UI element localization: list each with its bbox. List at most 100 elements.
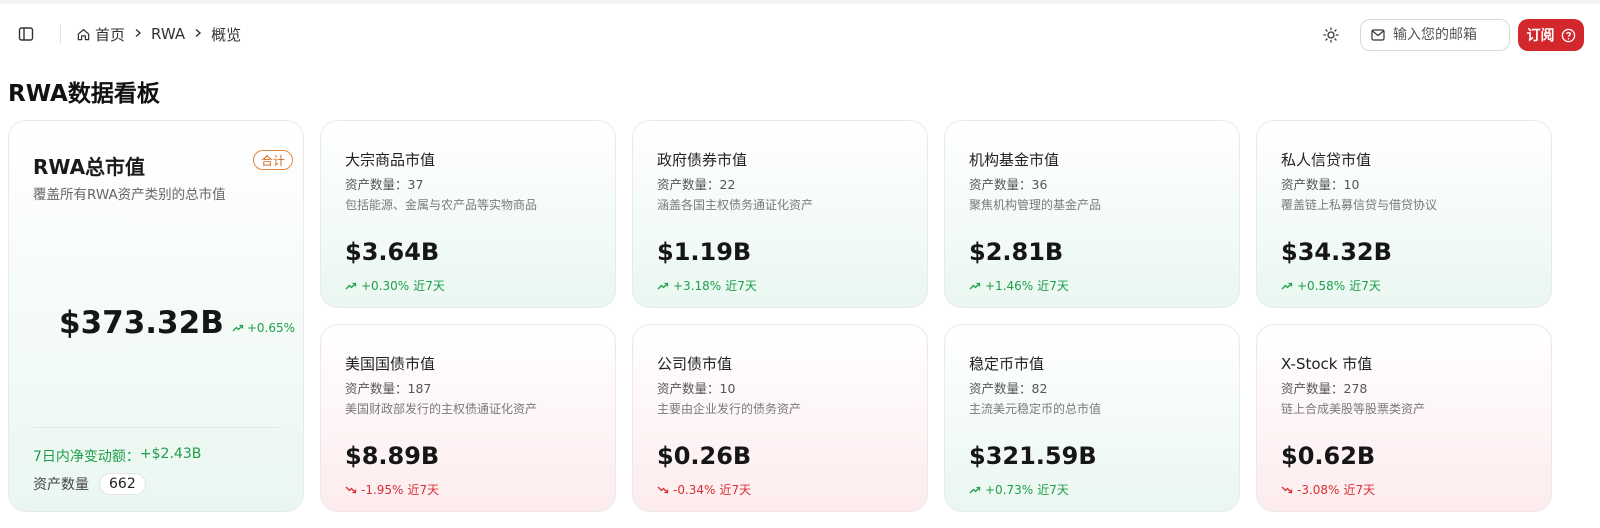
total-value-row: $373.32B +0.65% xyxy=(59,305,295,341)
trend-up-icon xyxy=(657,282,669,289)
card-title: 政府债券市值 xyxy=(657,151,748,169)
card-change: +1.46% 近7天 xyxy=(969,277,1069,294)
trend-up-icon xyxy=(1281,282,1293,289)
card-change-value: +1.46% xyxy=(985,278,1034,293)
card-value: $1.19B xyxy=(657,238,752,266)
email-input[interactable] xyxy=(1393,27,1503,43)
card-change-period: 近7天 xyxy=(1343,483,1376,497)
card-value: $2.81B xyxy=(969,238,1064,266)
card-title: 大宗商品市值 xyxy=(345,151,436,169)
card-asset-count: 资产数量：82 xyxy=(969,381,1048,396)
trend-up-icon xyxy=(232,324,243,332)
divider xyxy=(60,24,61,44)
asset-count-pill: 662 xyxy=(99,473,146,495)
total-change-value: +0.65% xyxy=(246,321,296,335)
card-title: 私人信贷市值 xyxy=(1281,151,1372,169)
card-change-value: +0.73% xyxy=(985,482,1034,497)
trend-down-icon xyxy=(345,486,357,493)
theme-toggle-sun-icon[interactable] xyxy=(1320,24,1342,46)
divider xyxy=(33,427,279,428)
card-description: 涵盖各国主权债务通证化资产 xyxy=(657,198,814,212)
net-change-value: +$2.43B xyxy=(139,446,202,462)
card-change: -0.34% 近7天 xyxy=(657,481,751,498)
card-change-value: -0.34% xyxy=(673,482,716,497)
mail-icon xyxy=(1371,29,1385,41)
card-change-value: +0.30% xyxy=(361,278,410,293)
trend-up-icon xyxy=(969,486,981,493)
total-card-title: RWA总市值 xyxy=(33,155,146,179)
card-asset-count: 资产数量：278 xyxy=(1281,381,1368,396)
card-value: $34.32B xyxy=(1281,238,1392,266)
category-card[interactable]: 稳定币市值 资产数量：82 主流美元稳定币的总市值 $321.59B +0.73… xyxy=(944,324,1240,512)
card-title: X-Stock 市值 xyxy=(1281,355,1373,373)
category-card[interactable]: 机构基金市值 资产数量：36 聚焦机构管理的基金产品 $2.81B +1.46%… xyxy=(944,120,1240,308)
chevron-right-icon xyxy=(193,26,203,42)
card-asset-count: 资产数量：37 xyxy=(345,177,424,192)
card-value: $3.64B xyxy=(345,238,440,266)
breadcrumb-home[interactable]: 首页 xyxy=(76,24,125,45)
card-title: 机构基金市值 xyxy=(969,151,1060,169)
card-change: +0.30% 近7天 xyxy=(345,277,445,294)
card-change: +3.18% 近7天 xyxy=(657,277,757,294)
card-change-period: 近7天 xyxy=(1037,279,1069,293)
card-title: 稳定币市值 xyxy=(969,355,1045,373)
net-change-label: 7日内净变动额： xyxy=(33,449,140,465)
total-change: +0.65% xyxy=(232,321,295,335)
card-asset-count: 资产数量：36 xyxy=(969,177,1048,192)
card-change-value: -1.95% xyxy=(361,482,404,497)
trend-down-icon xyxy=(657,486,669,493)
breadcrumb-overview: 概览 xyxy=(211,25,242,44)
card-asset-count: 资产数量：22 xyxy=(657,177,736,192)
card-description: 主要由企业发行的债务资产 xyxy=(657,402,802,416)
card-change-value: +0.58% xyxy=(1297,278,1346,293)
category-card[interactable]: 政府债券市值 资产数量：22 涵盖各国主权债务通证化资产 $1.19B +3.1… xyxy=(632,120,928,308)
card-change-period: 近7天 xyxy=(1349,279,1381,293)
card-value: $321.59B xyxy=(969,442,1097,470)
card-change-value: +3.18% xyxy=(673,278,722,293)
total-market-cap-card: RWA总市值 合计 覆盖所有RWA资产类别的总市值 $373.32B +0.65… xyxy=(8,120,304,512)
trend-up-icon xyxy=(969,282,981,289)
card-description: 包括能源、金属与农产品等实物商品 xyxy=(345,198,538,212)
net-change: 7日内净变动额： +$2.43B xyxy=(33,446,201,466)
home-icon xyxy=(77,28,90,40)
subscribe-button[interactable]: 订阅 xyxy=(1518,19,1584,51)
email-field[interactable] xyxy=(1360,19,1510,51)
trend-up-icon xyxy=(345,282,357,289)
breadcrumb: 首页 RWA 概览 xyxy=(76,23,241,45)
card-asset-count: 资产数量：10 xyxy=(1281,177,1360,192)
breadcrumb-home-label: 首页 xyxy=(95,25,126,44)
sidebar-toggle-icon[interactable] xyxy=(16,24,36,44)
card-change-value: -3.08% xyxy=(1297,482,1340,497)
category-card[interactable]: 公司债市值 资产数量：10 主要由企业发行的债务资产 $0.26B -0.34%… xyxy=(632,324,928,512)
card-change: -3.08% 近7天 xyxy=(1281,481,1375,498)
card-change-period: 近7天 xyxy=(719,483,752,497)
card-change: +0.73% 近7天 xyxy=(969,481,1069,498)
help-circle-icon xyxy=(1561,28,1575,42)
trend-down-icon xyxy=(1281,486,1293,493)
page-title: RWA数据看板 xyxy=(8,81,160,107)
total-value: $373.32B xyxy=(59,305,224,341)
card-change-period: 近7天 xyxy=(407,483,440,497)
card-value: $0.62B xyxy=(1281,442,1376,470)
category-card[interactable]: 美国国债市值 资产数量：187 美国财政部发行的主权债通证化资产 $8.89B … xyxy=(320,324,616,512)
breadcrumb-rwa[interactable]: RWA xyxy=(151,25,185,43)
chevron-right-icon xyxy=(133,26,143,42)
category-card[interactable]: X-Stock 市值 资产数量：278 链上合成美股等股票类资产 $0.62B … xyxy=(1256,324,1552,512)
subscribe-label: 订阅 xyxy=(1526,28,1555,44)
card-value: $0.26B xyxy=(657,442,752,470)
card-title: 美国国债市值 xyxy=(345,355,436,373)
card-change-period: 近7天 xyxy=(1037,483,1069,497)
category-card[interactable]: 私人信贷市值 资产数量：10 覆盖链上私募信贷与借贷协议 $34.32B +0.… xyxy=(1256,120,1552,308)
card-change: +0.58% 近7天 xyxy=(1281,277,1381,294)
card-change: -1.95% 近7天 xyxy=(345,481,439,498)
card-change-period: 近7天 xyxy=(413,279,445,293)
category-card[interactable]: 大宗商品市值 资产数量：37 包括能源、金属与农产品等实物商品 $3.64B +… xyxy=(320,120,616,308)
total-badge: 合计 xyxy=(253,150,294,170)
card-description: 覆盖链上私募信贷与借贷协议 xyxy=(1281,198,1438,212)
card-description: 主流美元稳定币的总市值 xyxy=(969,402,1102,416)
total-card-subtitle: 覆盖所有RWA资产类别的总市值 xyxy=(33,187,226,203)
card-description: 链上合成美股等股票类资产 xyxy=(1281,402,1426,416)
asset-count-label: 资产数量 xyxy=(33,477,89,493)
top-bar: 首页 RWA 概览 订阅 xyxy=(0,0,1600,60)
card-description: 聚焦机构管理的基金产品 xyxy=(969,198,1102,212)
